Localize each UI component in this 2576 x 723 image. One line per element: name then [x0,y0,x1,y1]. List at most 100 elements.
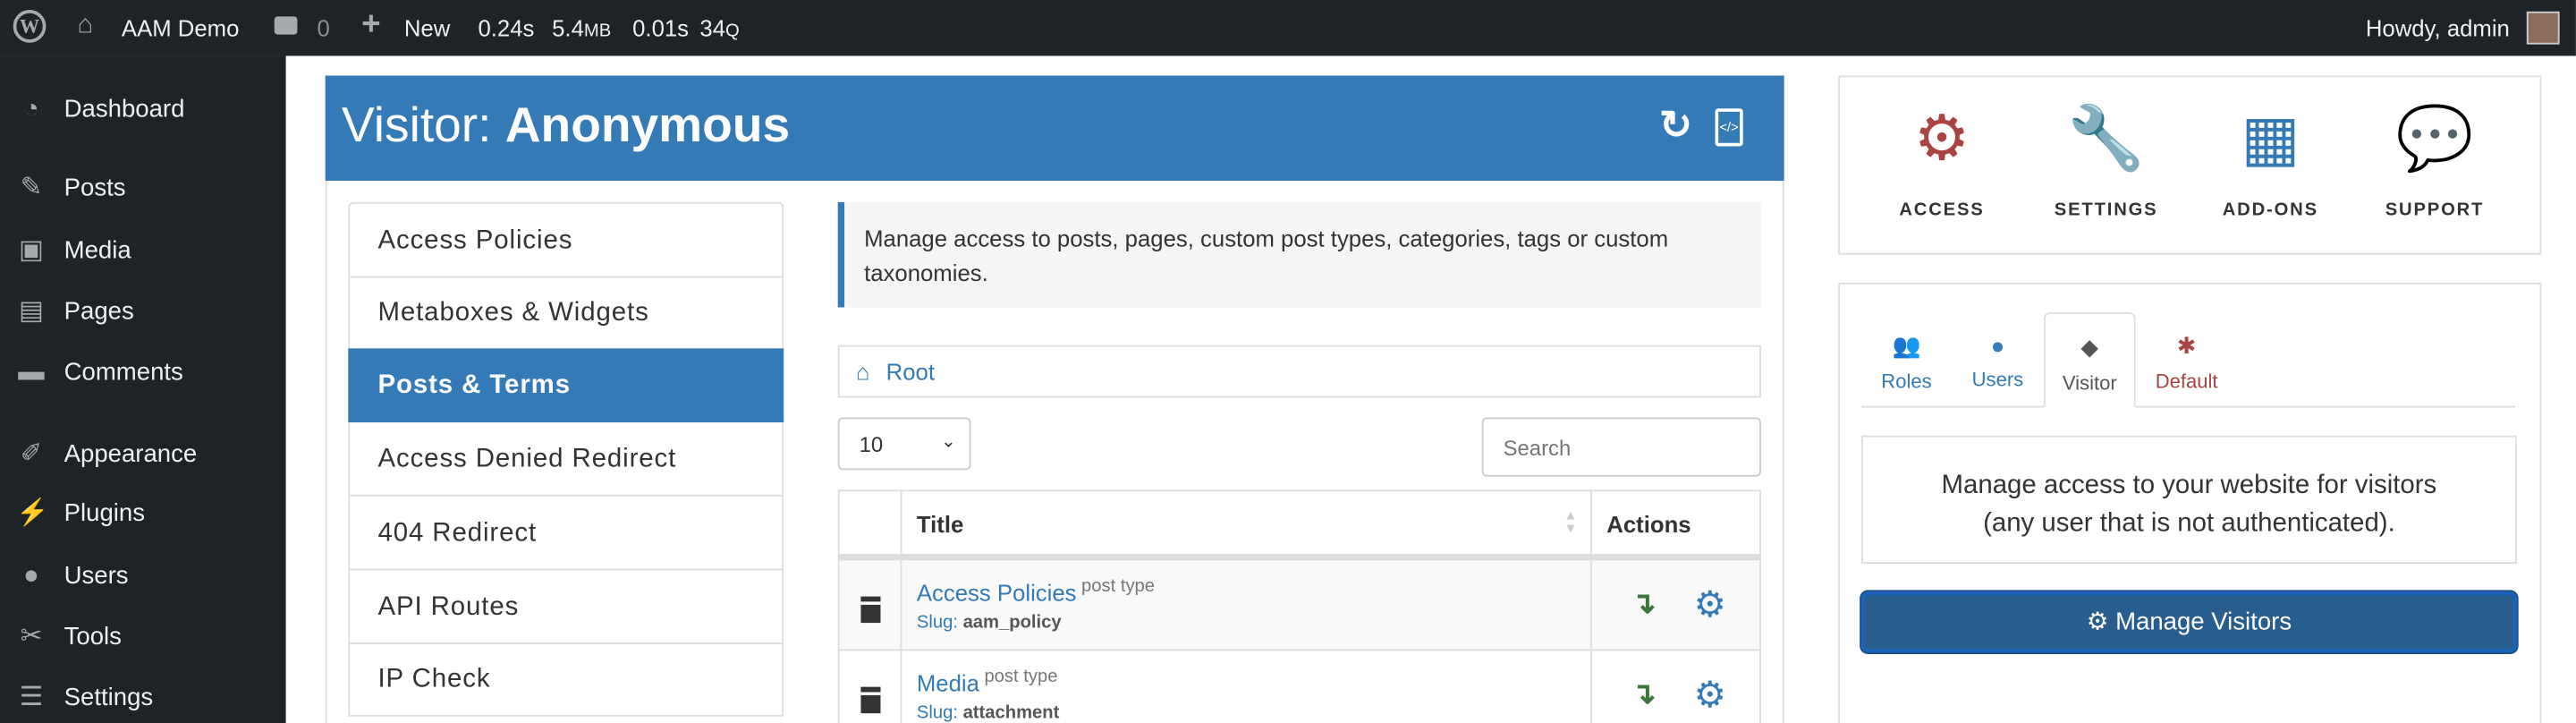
page-size-select[interactable]: 10 ⌄ [837,417,971,471]
table-row-type-cell [837,558,902,651]
breadcrumb-root[interactable]: Root [886,358,935,384]
menu-item-api-routes[interactable]: API Routes [348,569,784,644]
post-type-badge: post type [984,667,1058,687]
sidebar-item-media[interactable]: ▣ Media [0,226,286,276]
menu-item-posts-terms[interactable]: Posts & Terms [348,349,784,423]
queries-value: 34 [699,14,726,41]
sidebar-item-label: Media [64,236,131,265]
actions-cell: ↴ ⚙ [1589,649,1761,723]
menu-item-label: 404 Redirect [377,519,538,548]
user-icon: ● [23,562,39,591]
info-box: Manage access to posts, pages, custom po… [837,201,1761,308]
settings-icon: ☰ [19,684,44,712]
gear-icon[interactable]: ⚙ [1694,583,1726,626]
comments-count[interactable]: 0 [317,15,329,41]
archive-icon [860,686,881,714]
post-type-badge: post type [1081,576,1156,597]
menu-item-404-redirect[interactable]: 404 Redirect [348,496,784,570]
sidebar-item-comments[interactable]: ▬ Comments [0,348,286,397]
title-column-header[interactable]: Title ▲ ▼ [900,489,1592,559]
top-nav-settings[interactable]: 🔧 SETTINGS [2024,98,2189,221]
top-nav-add-ons[interactable]: ▦ ADD-ONS [2188,98,2352,221]
admin-bar: W ⌂ AAM Demo 0 + New 0.24s 5.4MB 0.01s 3… [0,0,2576,56]
gears-icon: ⚙ [1913,105,1970,174]
menu-item-label: IP Check [377,666,491,694]
sidebar-item-label: Settings [64,684,154,712]
top-nav-support[interactable]: 💬 SUPPORT [2352,98,2517,221]
sidebar-item-posts[interactable]: ✎ Posts [0,165,286,214]
sidebar-item-users[interactable]: ● Users [0,552,286,601]
title-subject: Anonymous [504,98,791,153]
greeting[interactable]: Howdy, admin [2366,15,2510,41]
stat-memory[interactable]: 5.4MB [552,15,611,41]
stat-queries[interactable]: 34Q [699,15,739,41]
visitor-description: Manage access to your website for visito… [1860,435,2517,564]
gear-icon[interactable]: ⚙ [1694,674,1726,717]
sidebar-item-dashboard[interactable]: ◔ Dashboard [0,86,286,135]
search-input[interactable] [1481,417,1761,477]
comment-icon [274,16,298,35]
sidebar-item-label: Tools [64,623,122,651]
tab-users[interactable]: ● Users [1952,312,2044,408]
plug-icon: ⚡ [16,499,49,528]
tab-visitor[interactable]: ◆ Visitor [2043,311,2136,408]
wrench-icon: ✂ [20,623,43,651]
menu-item-label: Posts & Terms [377,371,571,401]
wrench-icon: 🔧 [2067,105,2146,174]
drill-down-icon[interactable]: ↴ [1631,587,1657,622]
stat-query-time[interactable]: 0.01s [632,15,689,41]
top-nav-label: ADD-ONS [2222,200,2318,221]
sidebar-item-plugins[interactable]: ⚡ Plugins [0,489,286,539]
slug: Slug: aam_policy [917,612,1576,632]
site-name-link[interactable]: AAM Demo [122,15,239,41]
page-title: Visitor: Anonymous [342,98,790,154]
tab-default[interactable]: ✱ Default [2136,312,2238,408]
avatar[interactable] [2526,11,2560,45]
slug-label: Slug: [916,702,963,723]
menu-item-ip-check[interactable]: IP Check [348,642,784,718]
export-file-icon[interactable]: </> [1715,108,1743,147]
top-nav-access[interactable]: ⚙ ACCESS [1860,98,2024,221]
archive-icon [860,596,881,624]
users-icon: 👥 [1892,332,1921,359]
sidebar-item-label: Users [64,562,129,591]
stat-time[interactable]: 0.24s [478,15,534,41]
tab-roles[interactable]: 👥 Roles [1861,312,1952,408]
post-type-link[interactable]: Media [917,670,979,696]
menu-item-metaboxes-widgets[interactable]: Metaboxes & Widgets [348,275,784,350]
visitor-description-text: Manage access to your website for visito… [1941,472,2437,538]
post-type-link[interactable]: Access Policies [917,580,1077,606]
sidebar-item-label: Plugins [64,499,146,528]
sidebar-item-pages[interactable]: ▤ Pages [0,287,286,336]
slug-label: Slug: [916,612,963,633]
new-link[interactable]: New [404,15,450,41]
asterisk-icon: ✱ [2176,332,2197,359]
title-prefix: Visitor: [342,98,505,153]
sidebar-item-label: Posts [64,174,126,202]
menu-item-label: Access Denied Redirect [377,445,677,474]
sidebar-item-label: Comments [64,358,183,387]
gear-icon: ⚙ [2086,608,2109,636]
wordpress-logo-icon[interactable]: W [13,10,47,43]
comment-icon: ▬ [18,358,45,387]
sidebar-item-appearance[interactable]: ✐ Appearance [0,430,286,480]
reset-icon[interactable]: ↻ [1659,102,1692,149]
plus-icon: + [361,6,381,43]
sidebar-item-label: Appearance [64,440,198,469]
media-icon: ▣ [19,236,44,265]
home-icon: ⌂ [855,358,870,385]
slug-value: attachment [962,702,1060,723]
home-icon: ⌂ [77,11,94,40]
sidebar-item-label: Dashboard [64,95,185,123]
manage-visitors-button[interactable]: ⚙ Manage Visitors [1860,591,2517,653]
drill-down-icon[interactable]: ↴ [1631,677,1657,712]
manage-visitors-label: Manage Visitors [2115,608,2292,636]
top-nav-label: SUPPORT [2385,200,2485,221]
sidebar-item-tools[interactable]: ✂ Tools [0,613,286,662]
header-icon-col [837,489,902,559]
menu-item-access-policies[interactable]: Access Policies [348,201,784,278]
tab-label: Roles [1881,370,1932,393]
slug-value: aam_policy [962,612,1062,633]
menu-item-access-denied-redirect[interactable]: Access Denied Redirect [348,422,784,497]
sidebar-item-settings[interactable]: ☰ Settings [0,674,286,723]
